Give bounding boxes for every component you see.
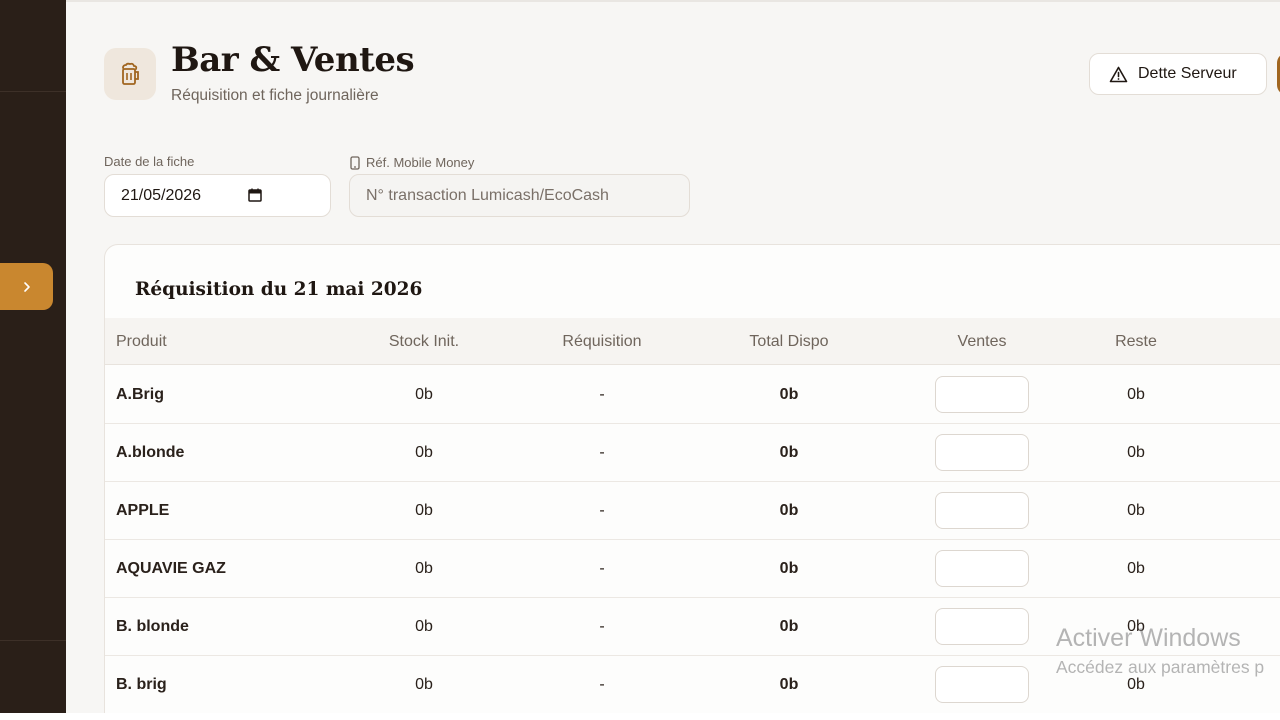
top-border — [66, 0, 1280, 2]
stock-init: 0b — [415, 676, 433, 693]
stock-init: 0b — [415, 386, 433, 403]
total-dispo: 0b — [779, 676, 799, 693]
sidebar — [0, 0, 66, 713]
stock-init: 0b — [415, 560, 433, 577]
mobile-money-placeholder: N° transaction Lumicash/EcoCash — [366, 186, 609, 204]
windows-activation-watermark: Activer Windows Accédez aux paramètres p — [1056, 622, 1264, 680]
stock-init: 0b — [415, 618, 433, 635]
ventes-input[interactable] — [935, 376, 1029, 413]
sidebar-divider — [0, 91, 66, 92]
mobile-money-input[interactable]: N° transaction Lumicash/EcoCash — [349, 174, 690, 217]
reste: 0b — [1127, 560, 1145, 577]
table-header: Produit Stock Init. Réquisition Total Di… — [105, 318, 1280, 365]
table-row: A.Brig 0b - 0b 0b — [105, 366, 1280, 424]
mobile-money-label-group: Réf. Mobile Money — [350, 155, 474, 170]
reste: 0b — [1127, 386, 1145, 403]
ventes-input[interactable] — [935, 492, 1029, 529]
total-dispo: 0b — [779, 386, 799, 403]
requisition-qty: - — [599, 444, 605, 461]
requisition-qty: - — [599, 502, 605, 519]
chevron-right-icon — [23, 281, 30, 292]
date-value: 21/05/2026 — [121, 186, 202, 204]
total-dispo: 0b — [779, 560, 799, 577]
watermark-line-2: Accédez aux paramètres p — [1056, 657, 1265, 677]
product-name: APPLE — [116, 502, 170, 519]
bottom-strip — [0, 713, 1280, 720]
column-header-total: Total Dispo — [749, 333, 829, 350]
total-dispo: 0b — [779, 618, 799, 635]
column-header-ventes: Ventes — [957, 333, 1007, 350]
product-name: A.blonde — [116, 444, 185, 461]
requisition-title: Réquisition du 21 mai 2026 — [135, 279, 423, 300]
total-dispo: 0b — [779, 502, 799, 519]
stock-init: 0b — [415, 502, 433, 519]
ventes-input[interactable] — [935, 434, 1029, 471]
dette-serveur-button[interactable]: Dette Serveur — [1089, 53, 1267, 95]
mobile-money-label: Réf. Mobile Money — [366, 155, 475, 170]
product-name: B. brig — [116, 676, 167, 693]
calendar-icon[interactable] — [248, 188, 262, 202]
stock-init: 0b — [415, 444, 433, 461]
ventes-input[interactable] — [935, 666, 1029, 703]
watermark-line-1: Activer Windows — [1056, 624, 1241, 652]
table-row: A.blonde 0b - 0b 0b — [105, 424, 1280, 482]
requisition-qty: - — [599, 386, 605, 403]
product-name: AQUAVIE GAZ — [116, 560, 226, 577]
requisition-qty: - — [599, 618, 605, 635]
sidebar-expand-button[interactable] — [0, 263, 53, 310]
ventes-input[interactable] — [935, 550, 1029, 587]
column-header-produit: Produit — [116, 333, 167, 350]
sidebar-divider — [0, 640, 66, 641]
table-row: APPLE 0b - 0b 0b — [105, 482, 1280, 540]
date-field[interactable]: 21/05/2026 — [104, 174, 331, 217]
table-row: AQUAVIE GAZ 0b - 0b 0b — [105, 540, 1280, 598]
beer-mug-icon — [104, 48, 156, 100]
product-name: B. blonde — [116, 618, 189, 635]
phone-icon — [350, 155, 360, 170]
column-header-requisition: Réquisition — [562, 333, 642, 350]
ventes-input[interactable] — [935, 608, 1029, 645]
page-title: Bar & Ventes — [171, 40, 415, 80]
requisition-qty: - — [599, 676, 605, 693]
date-label: Date de la fiche — [104, 154, 195, 169]
requisition-qty: - — [599, 560, 605, 577]
reste: 0b — [1127, 502, 1145, 519]
dette-serveur-label: Dette Serveur — [1138, 65, 1237, 82]
page-subtitle: Réquisition et fiche journalière — [171, 87, 379, 104]
warning-triangle-icon — [1109, 66, 1128, 82]
total-dispo: 0b — [779, 444, 799, 461]
column-header-stock: Stock Init. — [388, 333, 460, 350]
product-name: A.Brig — [116, 386, 164, 403]
reste: 0b — [1127, 444, 1145, 461]
column-header-reste: Reste — [1115, 333, 1157, 350]
